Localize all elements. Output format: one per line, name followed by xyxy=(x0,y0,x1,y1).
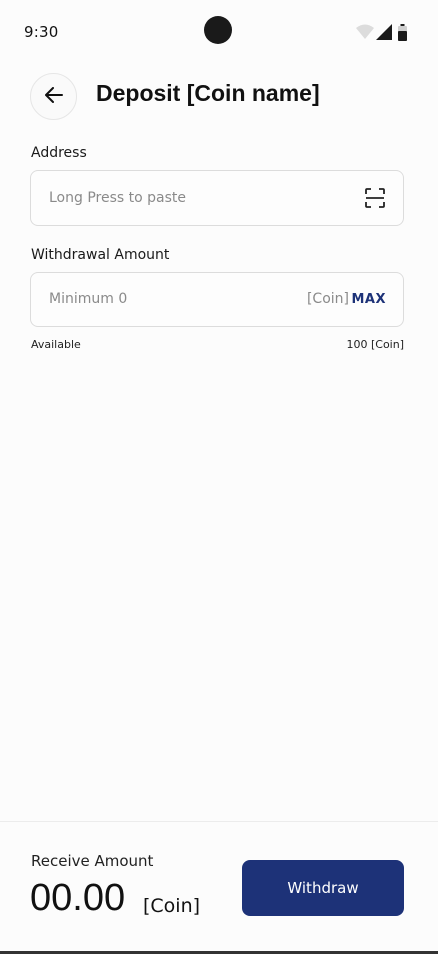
withdrawal-amount-placeholder: Minimum 0 xyxy=(49,291,128,307)
camera-cutout xyxy=(204,16,232,44)
receive-amount-value: 00.00 xyxy=(30,877,126,919)
withdraw-button[interactable]: Withdraw xyxy=(242,860,404,916)
available-label: Available xyxy=(31,338,81,351)
page-title: Deposit [Coin name] xyxy=(96,80,320,106)
receive-amount-unit: [Coin] xyxy=(143,895,201,917)
battery-icon xyxy=(398,24,407,45)
withdrawal-amount-input[interactable]: Minimum 0 [Coin] MAX xyxy=(30,272,404,327)
max-button[interactable]: MAX xyxy=(351,292,386,307)
receive-amount-label: Receive Amount xyxy=(31,852,154,870)
arrow-left-icon xyxy=(44,86,63,107)
address-input[interactable]: Long Press to paste xyxy=(30,170,404,226)
withdrawal-amount-label: Withdrawal Amount xyxy=(31,247,170,263)
amount-unit: [Coin] xyxy=(306,291,349,307)
address-placeholder: Long Press to paste xyxy=(49,190,186,206)
wifi-icon xyxy=(356,24,374,44)
scan-icon[interactable] xyxy=(365,188,385,208)
status-icons xyxy=(356,24,412,42)
status-time: 9:30 xyxy=(24,23,59,41)
available-value: 100 [Coin] xyxy=(346,338,404,351)
status-bar: 9:30 xyxy=(0,0,438,62)
signal-icon xyxy=(376,24,392,44)
back-button[interactable] xyxy=(30,73,77,120)
footer-bar: Receive Amount 00.00 [Coin] Withdraw xyxy=(0,821,438,954)
address-label: Address xyxy=(31,145,87,161)
